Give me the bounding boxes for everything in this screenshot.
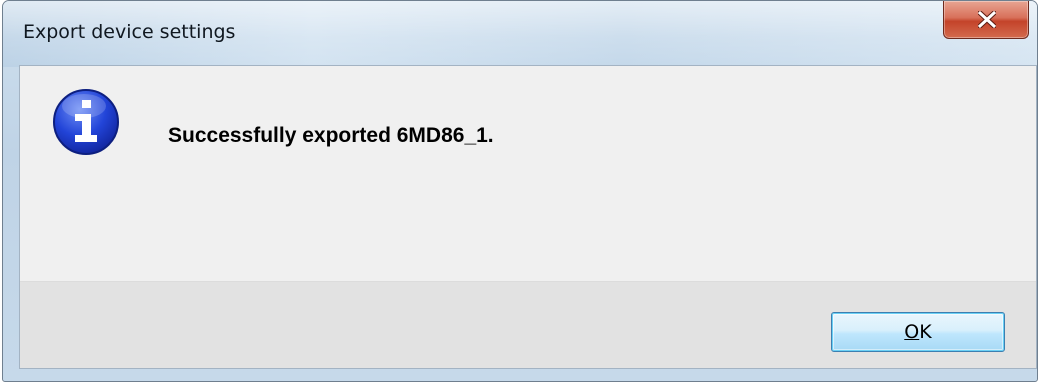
button-bar: OK	[20, 281, 1036, 368]
message-text: Successfully exported 6MD86_1.	[168, 124, 494, 147]
info-icon	[53, 89, 119, 155]
close-icon	[978, 11, 996, 28]
dialog-body: Successfully exported 6MD86_1. OK	[19, 65, 1037, 369]
ok-label: K	[919, 321, 932, 343]
dialog-window: Export device settings Successfully expo…	[2, 0, 1038, 382]
ok-label-mnemonic: O	[904, 321, 920, 343]
window-title: Export device settings	[23, 21, 236, 43]
close-button[interactable]	[943, 1, 1029, 39]
title-bar[interactable]: Export device settings	[3, 1, 1037, 67]
ok-button[interactable]: OK	[831, 312, 1005, 352]
